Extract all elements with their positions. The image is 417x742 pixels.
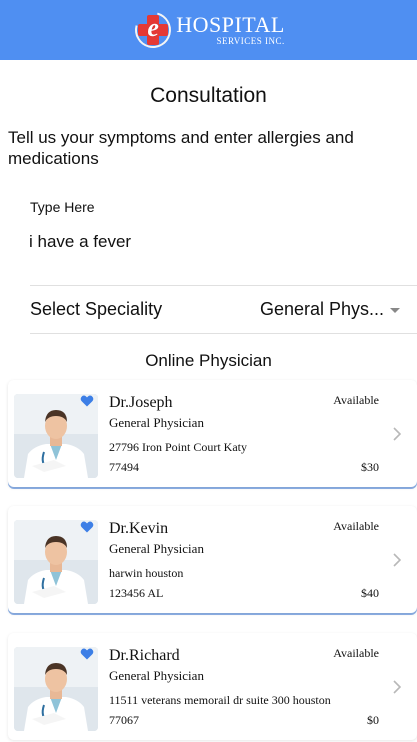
- consultation-price: $30: [361, 460, 379, 474]
- chevron-right-icon[interactable]: [393, 680, 401, 694]
- speciality-selected-value[interactable]: General Phys...: [260, 299, 385, 320]
- logo-subtitle: SERVICES INC.: [216, 36, 285, 46]
- availability-status: Available: [333, 393, 379, 407]
- doctor-address: harwin houston: [109, 566, 184, 580]
- heart-icon[interactable]: [80, 394, 94, 408]
- symptoms-label: Type Here: [30, 199, 95, 215]
- consultation-price: $40: [361, 586, 379, 600]
- physician-card[interactable]: Dr.Richard General Physician 11511 veter…: [8, 633, 417, 740]
- doctor-name: Dr.Joseph: [109, 394, 173, 411]
- chevron-right-icon[interactable]: [393, 553, 401, 567]
- doctor-address: 11511 veterans memorail dr suite 300 hou…: [109, 693, 331, 707]
- doctor-address: 27796 Iron Point Court Katy: [109, 440, 247, 454]
- doctor-speciality: General Physician: [109, 668, 204, 683]
- consultation-price: $0: [367, 713, 379, 727]
- doctor-speciality: General Physician: [109, 415, 204, 430]
- instructions-text: Tell us your symptoms and enter allergie…: [8, 128, 354, 168]
- speciality-label: Select Speciality: [30, 299, 163, 319]
- logo-letter: e: [147, 13, 159, 42]
- doctor-zip: 123456 AL: [109, 586, 164, 600]
- physician-card[interactable]: Dr.Kevin General Physician harwin housto…: [8, 506, 417, 613]
- divider: [30, 333, 417, 334]
- caret-down-icon[interactable]: [390, 308, 400, 313]
- hospital-logo: e HOSPITAL SERVICES INC.: [128, 5, 285, 55]
- logo-cross-icon: e: [128, 5, 178, 55]
- chevron-right-icon[interactable]: [393, 427, 401, 441]
- page-title: Consultation: [150, 84, 267, 107]
- doctor-name: Dr.Richard: [109, 647, 180, 664]
- online-physician-title: Online Physician: [145, 351, 272, 370]
- doctor-name: Dr.Kevin: [109, 520, 169, 537]
- heart-icon[interactable]: [80, 647, 94, 661]
- availability-status: Available: [333, 646, 379, 660]
- physician-card[interactable]: Dr.Joseph General Physician 27796 Iron P…: [8, 380, 417, 487]
- app-header: e HOSPITAL SERVICES INC.: [0, 0, 417, 60]
- logo-text: HOSPITAL SERVICES INC.: [176, 12, 285, 47]
- doctor-zip: 77494: [109, 460, 139, 474]
- heart-icon[interactable]: [80, 520, 94, 534]
- symptoms-input[interactable]: [28, 229, 398, 255]
- doctor-speciality: General Physician: [109, 541, 204, 556]
- availability-status: Available: [333, 519, 379, 533]
- doctor-zip: 77067: [109, 713, 139, 727]
- divider: [30, 285, 417, 286]
- logo-title: HOSPITAL: [176, 12, 285, 37]
